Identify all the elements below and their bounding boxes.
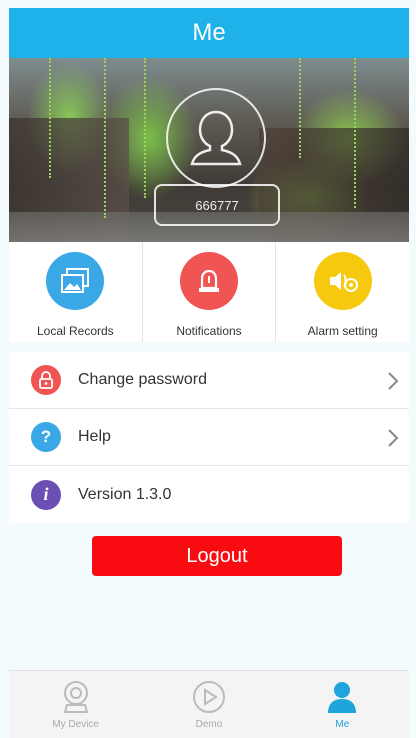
alarm-light-icon bbox=[180, 252, 238, 310]
bottom-tab-bar: My Device Demo Me bbox=[9, 670, 409, 738]
chevron-right-icon bbox=[388, 429, 399, 447]
app-header: Me bbox=[9, 8, 409, 58]
info-icon: i bbox=[31, 479, 61, 510]
quick-action-label: Local Records bbox=[36, 324, 114, 338]
menu-item-label: Change password bbox=[78, 371, 207, 388]
version-item: i Version 1.3.0 bbox=[9, 466, 409, 523]
avatar[interactable] bbox=[166, 88, 266, 188]
quick-action-label: Alarm setting bbox=[307, 324, 378, 338]
help-item[interactable]: ? Help bbox=[9, 409, 409, 466]
page-title: Me bbox=[192, 19, 226, 46]
local-records-button[interactable]: Local Records bbox=[9, 242, 143, 342]
tab-label: Demo bbox=[195, 719, 223, 730]
settings-menu: Change password ? Help i Version 1.3.0 bbox=[9, 352, 409, 523]
menu-item-label: Help bbox=[78, 428, 111, 445]
profile-banner: 666777 bbox=[9, 58, 409, 242]
camera-icon bbox=[63, 681, 88, 713]
tab-label: My Device bbox=[52, 719, 99, 730]
user-id: 666777 bbox=[195, 197, 239, 213]
version-label: Version 1.3.0 bbox=[78, 485, 172, 503]
question-icon: ? bbox=[31, 422, 61, 452]
tab-me[interactable]: Me bbox=[276, 671, 409, 738]
quick-action-label: Notifications bbox=[176, 324, 242, 338]
image-gallery-icon bbox=[46, 252, 105, 310]
logout-button[interactable]: Logout bbox=[92, 536, 342, 576]
alarm-settings-icon bbox=[313, 252, 372, 310]
person-icon bbox=[328, 682, 357, 713]
tab-label: Me bbox=[335, 719, 350, 730]
change-password-item[interactable]: Change password bbox=[9, 352, 409, 409]
notifications-button[interactable]: Notifications bbox=[143, 242, 277, 342]
user-id-box[interactable]: 666777 bbox=[154, 184, 280, 226]
lock-icon bbox=[31, 365, 61, 395]
play-icon bbox=[192, 681, 225, 713]
tab-my-device[interactable]: My Device bbox=[9, 671, 142, 738]
user-avatar-icon bbox=[190, 110, 242, 166]
alarm-setting-button[interactable]: Alarm setting bbox=[276, 242, 409, 342]
chevron-right-icon bbox=[388, 372, 399, 390]
tab-demo[interactable]: Demo bbox=[142, 671, 275, 738]
quick-actions: Local Records Notifications Alarm settin… bbox=[9, 242, 409, 342]
